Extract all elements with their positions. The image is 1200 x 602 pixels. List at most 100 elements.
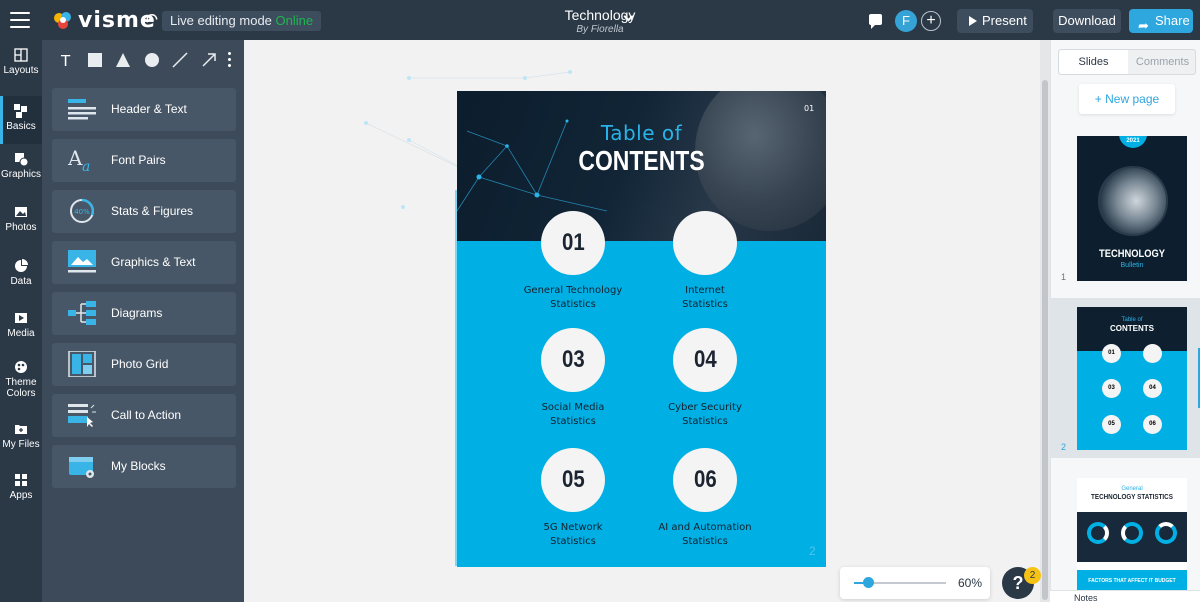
toc-item-label[interactable]: Internet Statistics bbox=[630, 284, 780, 312]
canvas-scrollbar[interactable] bbox=[1040, 40, 1050, 602]
thumb-title: CONTENTS bbox=[1110, 324, 1154, 333]
toc-number-circle[interactable]: 06 bbox=[673, 448, 737, 512]
shape-toolbar: T bbox=[42, 40, 244, 80]
zoom-level[interactable]: 60% bbox=[958, 576, 982, 590]
rail-item-apps[interactable]: Apps bbox=[0, 473, 42, 521]
rail-item-my-files[interactable]: My Files bbox=[0, 422, 42, 470]
toc-item-label[interactable]: Social Media Statistics bbox=[498, 401, 648, 429]
rectangle-tool-icon[interactable] bbox=[87, 52, 103, 68]
share-icon: ➦ bbox=[1138, 18, 1149, 33]
slide-corner-number: 2 bbox=[809, 544, 816, 558]
mode-label: Live editing mode bbox=[170, 13, 272, 28]
thumb-title: TECHNOLOGY STATISTICS bbox=[1091, 494, 1173, 501]
block-photo-grid[interactable]: Photo Grid bbox=[52, 343, 236, 386]
layouts-icon bbox=[14, 48, 28, 62]
document-title[interactable]: Technology By Fiorella bbox=[520, 7, 680, 35]
text-tool-icon[interactable]: T bbox=[58, 52, 74, 68]
block-label: My Blocks bbox=[111, 459, 166, 473]
slide-hero-photo: 01 Table of CONTENTS bbox=[457, 91, 826, 241]
toc-item-label[interactable]: AI and Automation Statistics bbox=[630, 521, 780, 549]
thumb-circle bbox=[1143, 344, 1162, 363]
toc-item-label[interactable]: Cyber Security Statistics bbox=[630, 401, 780, 429]
circle-tool-icon[interactable] bbox=[144, 52, 160, 68]
notes-bar[interactable]: Notes bbox=[1050, 590, 1200, 602]
block-label: Header & Text bbox=[111, 102, 187, 116]
left-rail: Layouts Basics Graphics Photos Data Medi… bbox=[0, 40, 42, 602]
toc-number-circle[interactable]: 05 bbox=[541, 448, 605, 512]
block-label: Diagrams bbox=[111, 306, 163, 320]
toc-item-label[interactable]: 5G Network Statistics bbox=[498, 521, 648, 549]
menu-icon[interactable] bbox=[10, 12, 30, 28]
rail-item-theme-colors[interactable]: Theme Colors bbox=[0, 360, 42, 418]
slide[interactable]: 01 Table of CONTENTS 01 General Technolo… bbox=[457, 91, 826, 567]
tab-comments[interactable]: Comments bbox=[1128, 50, 1197, 74]
rail-item-layouts[interactable]: Layouts bbox=[0, 48, 42, 96]
block-header-text[interactable]: Header & Text bbox=[52, 88, 236, 131]
thumb-donut bbox=[1121, 522, 1143, 544]
block-label: Photo Grid bbox=[111, 357, 169, 371]
block-label: Stats & Figures bbox=[111, 204, 194, 218]
thumb-pre: Table of bbox=[1121, 317, 1143, 323]
zoom-control: 60% bbox=[840, 567, 990, 599]
visme-logo[interactable]: visme bbox=[52, 8, 156, 33]
slide-thumbnail-3[interactable]: General TECHNOLOGY STATISTICS FACTORS TH… bbox=[1077, 478, 1187, 592]
slide-thumbnail-row[interactable]: General TECHNOLOGY STATISTICS FACTORS TH… bbox=[1051, 472, 1200, 592]
scrollbar-thumb[interactable] bbox=[1042, 80, 1048, 600]
line-tool-icon[interactable] bbox=[172, 52, 188, 68]
toc-number: 06 bbox=[693, 466, 717, 493]
comment-icon[interactable] bbox=[869, 14, 882, 29]
rail-item-basics[interactable]: Basics bbox=[0, 96, 42, 144]
slide-thumbnail-row-active[interactable]: Table of CONTENTS 01 03 04 05 06 2 bbox=[1051, 298, 1200, 458]
rail-item-media[interactable]: Media bbox=[0, 311, 42, 359]
block-diagrams[interactable]: Diagrams bbox=[52, 292, 236, 335]
header-text-icon bbox=[68, 99, 96, 120]
font-pairs-icon: Aa bbox=[68, 147, 90, 173]
add-collaborator-icon[interactable]: + bbox=[921, 11, 941, 31]
slide-thumbnail-1[interactable]: 2021 TECHNOLOGY Bulletin bbox=[1077, 136, 1187, 281]
diagrams-icon bbox=[68, 301, 96, 325]
more-tools-icon[interactable] bbox=[228, 52, 232, 68]
block-my-blocks[interactable]: My Blocks bbox=[52, 445, 236, 488]
rail-item-graphics[interactable]: Graphics bbox=[0, 152, 42, 200]
present-button[interactable]: Present bbox=[957, 9, 1033, 33]
blocks-panel: T Header & Text Aa Font Pairs 40% Stats … bbox=[42, 40, 244, 602]
slide-title-pre[interactable]: Table of bbox=[457, 121, 826, 145]
basics-icon bbox=[14, 104, 27, 118]
toc-number-circle[interactable]: 03 bbox=[541, 328, 605, 392]
slide-thumbnail-row[interactable]: 2021 TECHNOLOGY Bulletin 1 bbox=[1051, 130, 1200, 290]
toc-number-circle[interactable] bbox=[673, 211, 737, 275]
tab-slides[interactable]: Slides bbox=[1059, 50, 1128, 74]
block-font-pairs[interactable]: Aa Font Pairs bbox=[52, 139, 236, 182]
data-icon bbox=[15, 259, 28, 272]
thumb-subtitle: Bulletin bbox=[1120, 262, 1144, 269]
thumb-donut bbox=[1155, 522, 1177, 544]
undo-icon[interactable]: ↶ bbox=[143, 10, 158, 31]
avatar[interactable]: F bbox=[895, 10, 917, 32]
block-call-to-action[interactable]: Call to Action bbox=[52, 394, 236, 437]
thumb-year: 2021 bbox=[1119, 136, 1147, 148]
svg-text:A: A bbox=[68, 147, 83, 170]
thumb-circle: 03 bbox=[1102, 379, 1121, 398]
theme-colors-icon bbox=[15, 361, 27, 373]
toc-item-label[interactable]: General Technology Statistics bbox=[498, 284, 648, 312]
toc-number-circle[interactable]: 04 bbox=[673, 328, 737, 392]
arrow-tool-icon[interactable] bbox=[201, 52, 217, 68]
rail-item-data[interactable]: Data bbox=[0, 259, 42, 307]
rail-item-photos[interactable]: Photos bbox=[0, 205, 42, 253]
block-graphics-text[interactable]: Graphics & Text bbox=[52, 241, 236, 284]
slide-title[interactable]: CONTENTS bbox=[490, 145, 793, 177]
slide-thumbnail-2[interactable]: Table of CONTENTS 01 03 04 05 06 bbox=[1077, 307, 1187, 450]
new-page-button[interactable]: + New page bbox=[1079, 84, 1175, 114]
block-stats-figures[interactable]: 40% Stats & Figures bbox=[52, 190, 236, 233]
toc-number-circle[interactable]: 01 bbox=[541, 211, 605, 275]
canvas-area[interactable]: 01 Table of CONTENTS 01 General Technolo… bbox=[244, 40, 1040, 602]
zoom-slider-handle[interactable] bbox=[863, 577, 874, 588]
rail-label: Basics bbox=[6, 121, 36, 132]
triangle-tool-icon[interactable] bbox=[115, 52, 131, 68]
rail-label: Apps bbox=[9, 490, 33, 501]
share-label: Share bbox=[1155, 13, 1190, 28]
share-button[interactable]: ➦ Share bbox=[1129, 9, 1193, 33]
download-button[interactable]: Download bbox=[1053, 9, 1121, 33]
present-label: Present bbox=[982, 13, 1027, 28]
thumb-stats-band bbox=[1077, 512, 1187, 562]
